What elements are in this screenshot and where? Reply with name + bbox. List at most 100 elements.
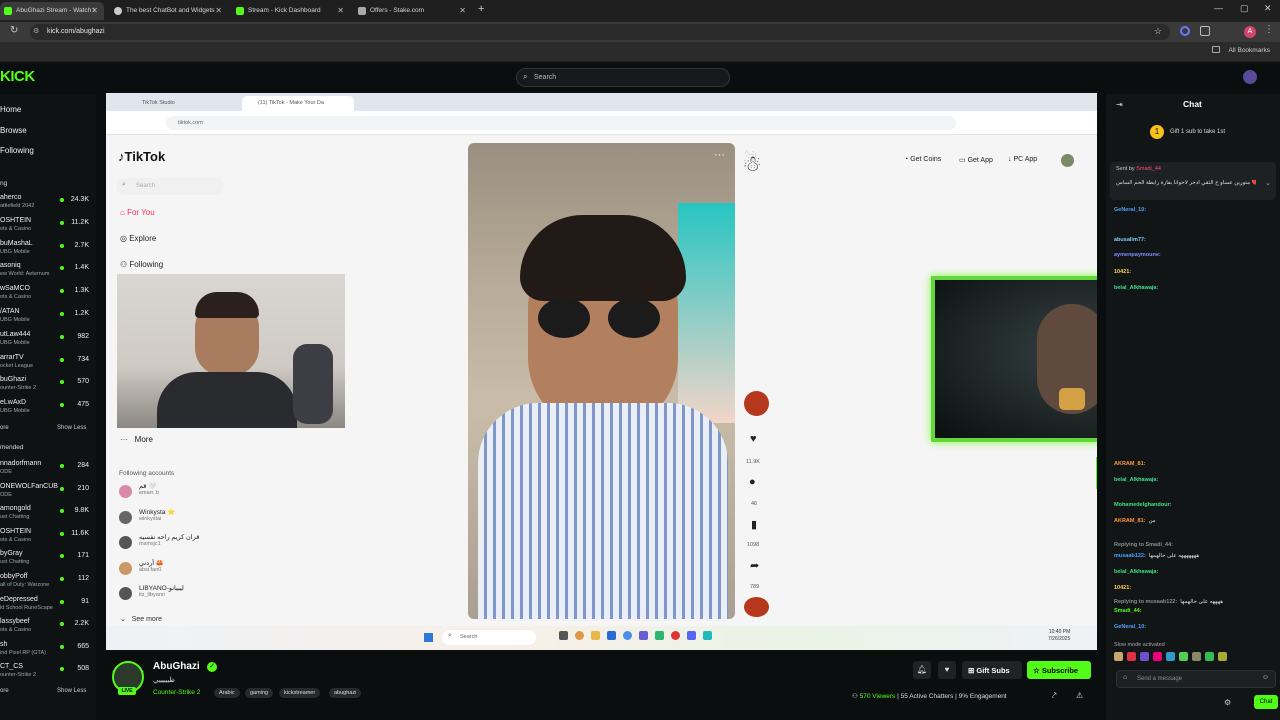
emote-bar[interactable] <box>1114 652 1274 664</box>
channel-name[interactable]: AbuGhazi <box>153 661 200 672</box>
sidebar-recommended-channel[interactable]: OSHTEIN ots & Casino 11.6K <box>0 527 96 549</box>
chat-username[interactable]: Replying to Smadi_44: <box>1114 542 1173 548</box>
maximize-button[interactable]: ▢ <box>1240 3 1249 14</box>
chat-message[interactable]: belal_Alkhawaja: <box>1114 285 1161 291</box>
share-icon[interactable]: ⤤ <box>1052 691 1057 701</box>
chat-message[interactable]: belal_Alkhawaja: <box>1114 569 1161 575</box>
chat-message[interactable]: Replying to Smadi_44: <box>1114 542 1176 548</box>
sidebar-recommended-channel[interactable]: eDepressed ld School RuneScape 91 <box>0 595 96 617</box>
site-info-icon[interactable]: ⚙ <box>33 27 39 35</box>
chat-username[interactable]: belal_Alkhawaja: <box>1114 285 1158 291</box>
chat-username[interactable]: belal_Alkhawaja: <box>1114 477 1158 483</box>
chat-message[interactable]: GeNeral_10: <box>1114 624 1149 630</box>
menu-kebab-icon[interactable]: ⋮ <box>1264 24 1274 35</box>
sidebar-channel[interactable]: wSaMCO ots & Casino 1.3K <box>0 284 96 306</box>
close-icon[interactable]: ✕ <box>215 6 222 15</box>
chat-message[interactable]: Smadi_44: <box>1114 608 1145 614</box>
notifications-bell-icon[interactable]: 🔔︎ <box>913 661 931 679</box>
browser-tab-stake[interactable]: Offers - Stake.com ✕ <box>354 2 472 20</box>
close-icon[interactable]: ✕ <box>337 6 344 15</box>
show-less-recommended[interactable]: Show Less <box>57 688 86 694</box>
tag-abughazi[interactable]: abughazi <box>329 688 362 698</box>
chat-message[interactable]: Mohamedelghandour: <box>1114 502 1174 508</box>
emote-icon[interactable] <box>1179 652 1188 661</box>
sidebar-recommended-channel[interactable]: obbyPoff all of Duty: Warzone 112 <box>0 572 96 594</box>
chat-message[interactable]: musaab122: هههههههه على حالهمها <box>1114 553 1199 559</box>
sidebar-recommended-channel[interactable]: byGray ust Chatting 171 <box>0 549 96 571</box>
extension-icon[interactable] <box>1180 26 1190 36</box>
gift-banner[interactable]: Gift 1 sub to take 1st <box>1170 129 1225 135</box>
show-less-following[interactable]: Show Less <box>57 425 86 431</box>
extensions-puzzle-icon[interactable] <box>1200 26 1210 36</box>
gift-subs-button[interactable]: ⊞ Gift Subs <box>962 661 1022 679</box>
nav-home[interactable]: Home <box>0 105 21 114</box>
kick-search-input[interactable]: ⌕ Search <box>516 68 730 87</box>
chat-username[interactable]: Smadi_44: <box>1114 608 1142 614</box>
chat-message-input[interactable]: ⌂ Send a message ☺ <box>1116 670 1276 688</box>
emote-icon[interactable] <box>1192 652 1201 661</box>
stream-category-link[interactable]: Counter-Strike 2 <box>153 689 200 696</box>
emote-icon[interactable] <box>1140 652 1149 661</box>
sidebar-channel[interactable]: asoniq ew World: Aeternum 1.4K <box>0 261 96 283</box>
sidebar-recommended-channel[interactable]: amongold ust Chatting 9.8K <box>0 504 96 526</box>
emoji-icon[interactable]: ☺ <box>1262 674 1269 681</box>
sidebar-channel[interactable]: buMashaL UBG Mobile 2.7K <box>0 239 96 261</box>
close-window-button[interactable]: ✕ <box>1264 3 1272 14</box>
nav-following[interactable]: Following <box>0 146 34 155</box>
send-chat-button[interactable]: Chat <box>1254 695 1278 709</box>
sidebar-channel[interactable]: eLwAxD UBG Mobile 475 <box>0 398 96 420</box>
chat-message[interactable]: belal_Alkhawaja: <box>1114 477 1161 483</box>
chat-username[interactable]: GeNeral_10: <box>1114 207 1146 213</box>
profile-avatar[interactable]: A <box>1244 26 1256 38</box>
new-tab-button[interactable]: + <box>478 3 484 15</box>
kick-logo[interactable]: KICK <box>0 68 35 85</box>
chevron-down-icon[interactable]: ⌄ <box>1265 179 1271 187</box>
emote-icon[interactable] <box>1114 652 1123 661</box>
chat-username[interactable]: musaab122: <box>1114 553 1146 559</box>
browser-tab-abughazi[interactable]: AbuGhazi Stream - Watch l ✕ <box>0 2 104 20</box>
browser-tab-kick-dashboard[interactable]: Stream - Kick Dashboard ✕ <box>232 2 350 20</box>
chat-username[interactable]: Mohamedelghandour: <box>1114 502 1171 508</box>
sidebar-channel[interactable]: utLaw444 UBG Mobile 982 <box>0 330 96 352</box>
sidebar-recommended-channel[interactable]: ONEWOLFanCUB ODE 210 <box>0 482 96 504</box>
chat-message[interactable]: 10421: <box>1114 585 1134 591</box>
chat-message[interactable]: aymenpaymoune: <box>1114 252 1164 258</box>
report-icon[interactable]: ⚠ <box>1076 691 1083 700</box>
chat-message[interactable]: GeNeral_10: <box>1114 207 1149 213</box>
url-field[interactable]: ⚙ kick.com/abughazi ☆ <box>30 24 1170 40</box>
emote-icon[interactable] <box>1127 652 1136 661</box>
bookmark-star-icon[interactable]: ☆ <box>1154 26 1162 37</box>
chat-settings-icon[interactable]: ⚙ <box>1224 698 1231 707</box>
chat-username[interactable]: 10421: <box>1114 269 1131 275</box>
chat-message[interactable]: AKRAM_81: <box>1114 461 1148 467</box>
close-icon[interactable]: ✕ <box>91 6 98 15</box>
chat-username[interactable]: belal_Alkhawaja: <box>1114 569 1158 575</box>
chat-username[interactable]: GeNeral_10: <box>1114 624 1146 630</box>
chat-message[interactable]: AKRAM_81: من <box>1114 518 1156 524</box>
subscribe-button[interactable]: ☆ Subscribe <box>1027 661 1091 679</box>
chat-username[interactable]: abusalim77: <box>1114 237 1146 243</box>
tag-gaming[interactable]: gaming <box>245 688 274 698</box>
chat-message[interactable]: abusalim77: <box>1114 237 1149 243</box>
sidebar-recommended-channel[interactable]: lassybeef ots & Casino 2.2K <box>0 617 96 639</box>
reload-icon[interactable]: ↻ <box>10 25 18 36</box>
tag-arabic[interactable]: Arabic <box>214 688 240 698</box>
sidebar-recommended-channel[interactable]: sh ind Pixel RP (GTA) 665 <box>0 640 96 662</box>
close-icon[interactable]: ✕ <box>459 6 466 15</box>
sidebar-channel[interactable]: /ATAN UBG Mobile 1.2K <box>0 307 96 329</box>
chat-message[interactable]: 10421: <box>1114 269 1134 275</box>
stream-video-player[interactable]: TikTok Studio (11) TikTok - Make Your Da… <box>106 93 1097 650</box>
sidebar-channel[interactable]: arrarTV ocket League 734 <box>0 353 96 375</box>
chat-username[interactable]: 10421: <box>1114 585 1131 591</box>
pinned-message[interactable]: Sent by Smadi_44 متورين عساو ح الثقي ادح… <box>1110 162 1276 200</box>
follow-heart-icon[interactable]: ♥ <box>938 661 956 679</box>
emote-icon[interactable] <box>1153 652 1162 661</box>
minimize-button[interactable]: — <box>1214 3 1223 13</box>
chat-username[interactable]: AKRAM_81: <box>1114 518 1145 524</box>
chat-username[interactable]: AKRAM_81: <box>1114 461 1145 467</box>
show-more-recommended[interactable]: ore <box>0 688 9 694</box>
emote-icon[interactable] <box>1166 652 1175 661</box>
sidebar-recommended-channel[interactable]: nnadorfmann ODE 284 <box>0 459 96 481</box>
sidebar-channel[interactable]: aherco attlefield 2042 24.3K <box>0 193 96 215</box>
chat-username[interactable]: Replying to musaab122: <box>1114 599 1177 605</box>
